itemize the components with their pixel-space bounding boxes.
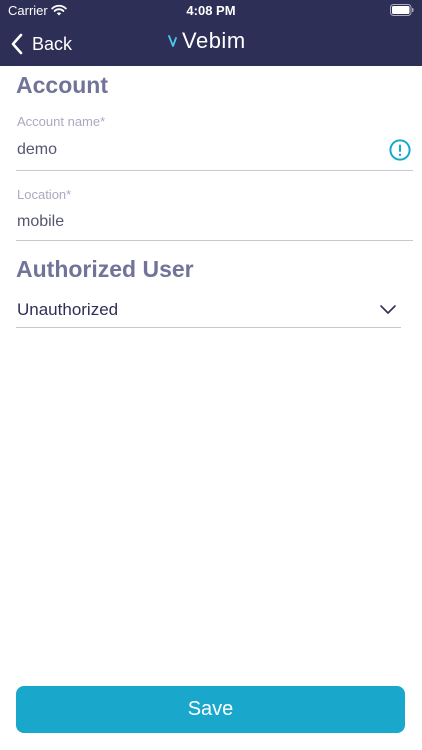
logo-text: Vebim: [182, 28, 246, 53]
authorized-user-underline: [16, 327, 401, 328]
authorized-user-section-title: Authorized User: [16, 256, 194, 282]
account-name-field[interactable]: demo: [17, 141, 57, 159]
location-underline: [16, 240, 413, 241]
navigation-bar: Back Vebim: [0, 22, 422, 66]
back-button[interactable]: Back: [10, 30, 72, 58]
authorized-user-select[interactable]: Unauthorized: [17, 300, 118, 320]
status-time: 4:08 PM: [186, 3, 236, 18]
chevron-left-icon: [11, 33, 23, 55]
account-name-label: Account name*: [17, 114, 106, 129]
location-field[interactable]: mobile: [17, 213, 64, 231]
save-button[interactable]: Save: [16, 686, 405, 733]
status-bar: Carrier 4:08 PM: [0, 0, 422, 22]
info-icon[interactable]: [389, 139, 411, 161]
account-section-title: Account: [16, 72, 108, 98]
account-name-underline: [16, 170, 413, 171]
battery-icon: [390, 4, 414, 16]
chevron-down-icon[interactable]: [379, 303, 397, 315]
back-label: Back: [32, 33, 73, 54]
webim-v-mark-icon: [168, 35, 177, 47]
webim-logo: Vebim: [168, 27, 246, 55]
app-header: Carrier 4:08 PM Back Vebim: [0, 0, 422, 66]
location-label: Location*: [17, 187, 72, 202]
